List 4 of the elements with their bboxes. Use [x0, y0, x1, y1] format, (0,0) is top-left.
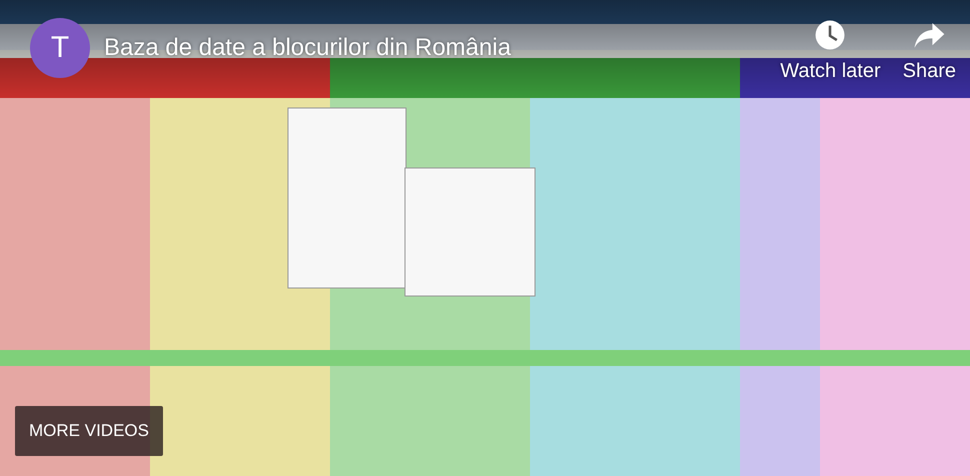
share-button[interactable]: Share [902, 18, 956, 83]
clock-icon [813, 18, 848, 52]
more-videos-button[interactable]: MORE VIDEOS [15, 406, 163, 456]
watch-later-button[interactable]: Watch later [780, 18, 881, 83]
